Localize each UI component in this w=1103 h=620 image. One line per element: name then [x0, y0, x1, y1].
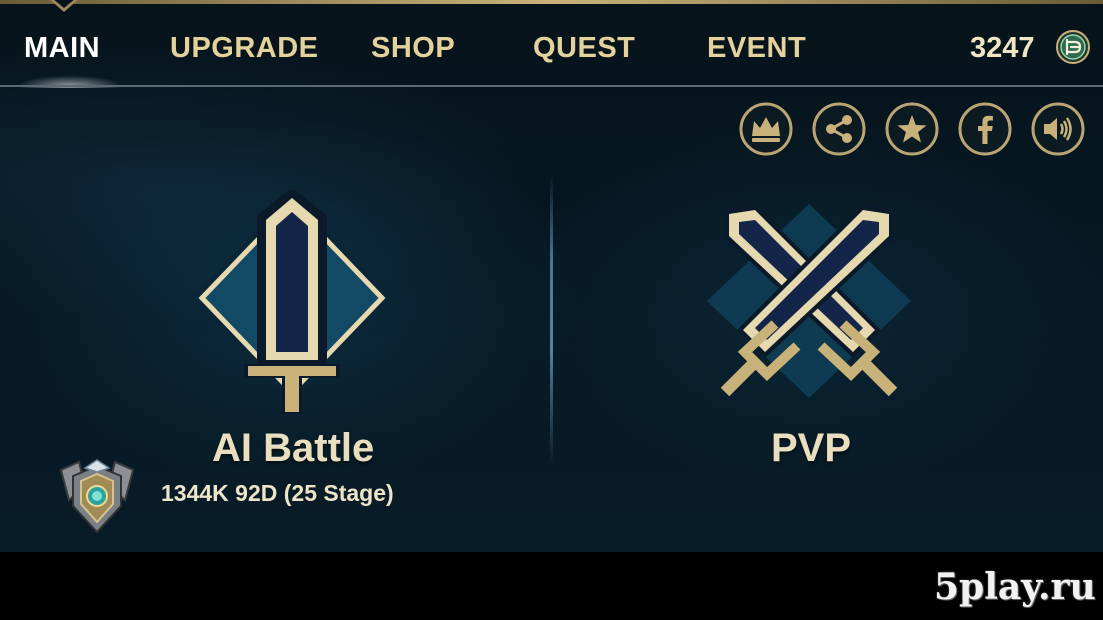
crossed-swords-icon[interactable]	[703, 196, 915, 406]
top-nav-bar: MAIN UPGRADE SHOP QUEST EVENT 3247	[0, 0, 1103, 88]
speaker-icon[interactable]	[1031, 102, 1085, 156]
tab-shop[interactable]: SHOP	[371, 30, 455, 66]
tab-upgrade[interactable]: UPGRADE	[170, 30, 319, 66]
crown-icon[interactable]	[739, 102, 793, 156]
tab-quest[interactable]: QUEST	[533, 30, 635, 66]
tab-event[interactable]: EVENT	[707, 30, 806, 66]
share-icon[interactable]	[812, 102, 866, 156]
pvp-title[interactable]: PVP	[771, 426, 851, 471]
sword-icon[interactable]	[192, 190, 392, 420]
mode-divider	[550, 175, 553, 465]
tab-main[interactable]: MAIN	[24, 30, 100, 66]
rank-badge-icon	[59, 459, 135, 534]
coin-icon[interactable]	[1056, 30, 1090, 64]
main-screen: MAIN UPGRADE SHOP QUEST EVENT 3247 AI Ba…	[0, 0, 1103, 552]
nav-divider	[0, 85, 1103, 87]
star-icon[interactable]	[885, 102, 939, 156]
rank-progress-text: 1344K 92D (25 Stage)	[161, 480, 394, 506]
watermark-text: 5play.ru	[934, 566, 1096, 608]
currency-amount: 3247	[970, 32, 1035, 64]
facebook-icon[interactable]	[958, 102, 1012, 156]
ai-battle-title[interactable]: AI Battle	[212, 426, 374, 471]
